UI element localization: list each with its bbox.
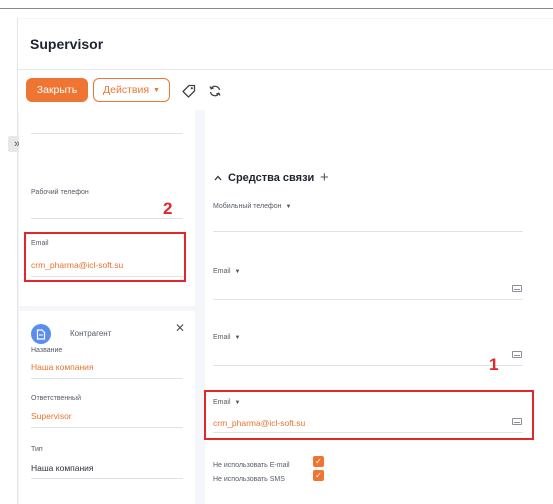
work-phone-label: Рабочий телефон xyxy=(31,189,89,196)
marker-2: 2 xyxy=(163,199,173,218)
mobile-phone-field[interactable] xyxy=(213,231,523,232)
close-button[interactable]: Закрыть xyxy=(26,78,88,102)
responsible-label: Ответственный xyxy=(31,395,81,402)
work-phone-field[interactable] xyxy=(31,218,183,219)
type-value[interactable]: Наша компания xyxy=(31,463,94,473)
counterparty-title: Контрагент xyxy=(70,329,112,338)
type-label: Тип xyxy=(31,446,43,453)
section-title: Средства связи xyxy=(228,172,315,184)
page-title: Supervisor xyxy=(30,36,104,52)
mail-icon[interactable] xyxy=(512,285,522,292)
email-field-2[interactable] xyxy=(213,365,523,366)
no-email-label: Не использовать E-mail xyxy=(213,462,290,469)
highlight-box-1 xyxy=(204,390,534,440)
name-label: Название xyxy=(31,347,63,354)
no-email-checkbox[interactable]: ✓ xyxy=(313,456,324,467)
email-type-dropdown[interactable]: Email ▼ xyxy=(213,268,240,275)
marker-1: 1 xyxy=(489,355,499,374)
document-icon xyxy=(31,324,51,344)
tag-icon[interactable] xyxy=(182,84,196,98)
mobile-phone-label[interactable]: Мобильный телефон ▼ xyxy=(213,203,291,210)
section-header[interactable]: Средства связи xyxy=(214,172,314,184)
name-value-link[interactable]: Наша компания xyxy=(31,362,94,372)
actions-label: Действия xyxy=(103,84,150,96)
mail-icon[interactable] xyxy=(512,351,522,358)
communication-panel xyxy=(205,110,553,504)
field-underline xyxy=(31,427,183,428)
highlight-box-2 xyxy=(24,232,186,282)
no-sms-checkbox[interactable]: ✓ xyxy=(313,470,324,481)
email-field-1[interactable] xyxy=(213,299,523,300)
field-underline xyxy=(31,478,183,479)
email-type-dropdown[interactable]: Email ▼ xyxy=(213,334,240,341)
plus-icon[interactable]: + xyxy=(320,169,329,186)
field-underline xyxy=(31,378,183,379)
top-divider xyxy=(0,8,553,9)
field-underline xyxy=(31,133,183,134)
no-sms-label: Не использовать SMS xyxy=(213,476,285,483)
close-icon[interactable]: ✕ xyxy=(175,321,185,335)
chevron-down-icon: ▼ xyxy=(153,86,160,94)
actions-dropdown-button[interactable]: Действия ▼ xyxy=(93,78,170,102)
responsible-value-link[interactable]: Supervisor xyxy=(31,411,72,421)
refresh-icon[interactable] xyxy=(208,84,222,98)
chevron-up-icon xyxy=(214,175,222,181)
